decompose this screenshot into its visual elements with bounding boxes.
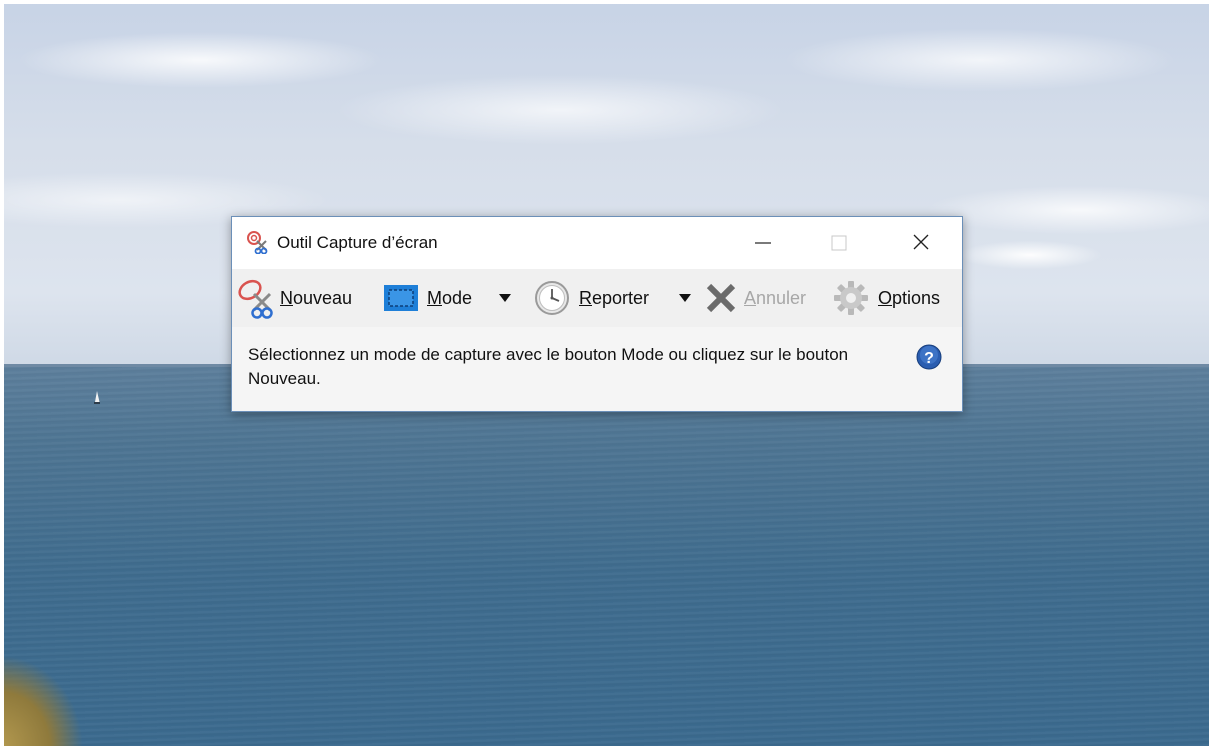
cancel-label: Annuler bbox=[744, 287, 807, 308]
options-button[interactable]: Options bbox=[832, 269, 940, 327]
screen-border-left bbox=[0, 0, 4, 746]
sea bbox=[0, 366, 1209, 746]
chevron-down-icon bbox=[499, 294, 511, 302]
toolbar: Nouveau Mode Reporter Annuler Options bbox=[232, 269, 962, 327]
delay-label: Reporter bbox=[579, 287, 650, 308]
new-label: Nouveau bbox=[280, 287, 353, 308]
rectangle-mode-icon bbox=[384, 285, 418, 311]
chevron-down-icon bbox=[679, 294, 691, 302]
cancel-x-icon bbox=[706, 283, 736, 313]
options-label: Options bbox=[878, 287, 941, 308]
new-button[interactable]: Nouveau bbox=[236, 269, 352, 327]
window-title: Outil Capture d’écran bbox=[277, 233, 438, 252]
svg-text:?: ? bbox=[924, 350, 934, 367]
minimize-button[interactable] bbox=[740, 217, 786, 269]
cancel-button[interactable]: Annuler bbox=[704, 269, 806, 327]
scissors-icon bbox=[238, 279, 273, 319]
gear-icon bbox=[834, 281, 868, 315]
delay-dropdown-arrow[interactable] bbox=[678, 269, 692, 327]
close-button[interactable] bbox=[898, 217, 944, 269]
mode-label: Mode bbox=[427, 287, 473, 308]
screen-border-top bbox=[0, 0, 1209, 4]
maximize-button[interactable] bbox=[816, 217, 862, 269]
maximize-icon bbox=[831, 235, 847, 251]
mode-button[interactable]: Mode bbox=[382, 269, 472, 327]
close-icon bbox=[913, 234, 929, 250]
snipping-tool-window: Outil Capture d’écran Nouveau Mode Repor… bbox=[231, 216, 963, 412]
status-panel: Sélectionnez un mode de capture avec le … bbox=[232, 327, 962, 411]
minimize-icon bbox=[755, 242, 771, 244]
clock-icon bbox=[535, 281, 569, 315]
title-bar[interactable]: Outil Capture d’écran bbox=[232, 217, 962, 269]
help-icon[interactable]: ? bbox=[916, 344, 942, 370]
snipping-tool-icon bbox=[247, 231, 268, 254]
status-message: Sélectionnez un mode de capture avec le … bbox=[248, 345, 849, 388]
sailboat bbox=[94, 391, 100, 404]
grass bbox=[0, 620, 140, 746]
mode-dropdown-arrow[interactable] bbox=[498, 269, 512, 327]
delay-button[interactable]: Reporter bbox=[534, 269, 649, 327]
